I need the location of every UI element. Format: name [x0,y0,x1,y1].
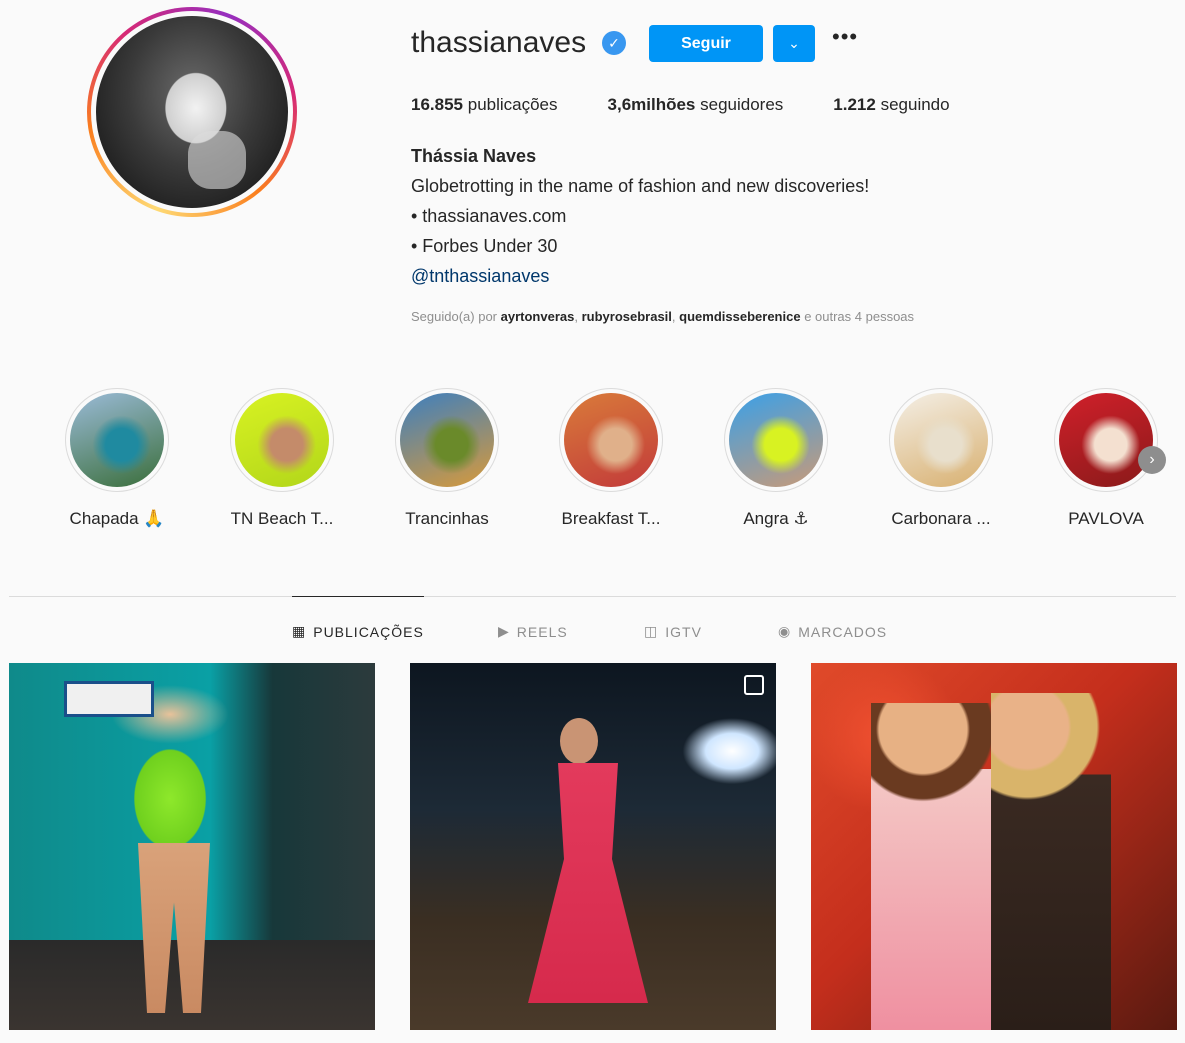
followers-label: seguidores [700,95,784,114]
story-highlight[interactable]: Breakfast T... [559,388,663,528]
highlight-cover [1054,388,1158,492]
follow-button[interactable]: Seguir [649,25,763,62]
bio-line-1: Globetrotting in the name of fashion and… [411,176,870,196]
avatar-image [96,16,288,208]
highlight-image [1059,393,1153,487]
highlight-image [400,393,494,487]
highlight-image [729,393,823,487]
followers-stat[interactable]: 3,6milhões seguidores [608,95,784,115]
highlight-label: TN Beach T... [230,509,334,528]
post-thumbnail[interactable] [410,663,776,1030]
tab-reels[interactable]: ▶ REELS [498,623,568,640]
posts-stat: 16.855 publicações [411,95,558,115]
followed-by-prefix: Seguido(a) por [411,309,497,324]
followed-by-suffix: e outras 4 pessoas [804,309,915,324]
tab-reels-label: REELS [516,623,568,640]
highlight-image [70,393,164,487]
highlight-image [235,393,329,487]
post-image-detail [871,703,1001,1030]
post-image-detail [528,763,648,1003]
story-highlight[interactable]: Carbonara ... [889,388,993,528]
post-thumbnail[interactable] [811,663,1177,1030]
story-highlight[interactable]: TN Beach T... [230,388,334,528]
followers-count: 3,6milhões [607,95,696,114]
followed-by-separator: , [671,309,676,324]
highlight-cover [230,388,334,492]
tab-posts[interactable]: ▦ PUBLICAÇÕES [292,623,424,640]
highlight-label: Chapada 🙏 [69,509,165,528]
profile-stats: 16.855 publicações 3,6milhões seguidores… [411,95,1000,115]
highlight-cover [395,388,499,492]
verified-badge-icon: ✓ [602,31,626,55]
carousel-icon [744,675,764,695]
reels-icon: ▶ [498,623,510,639]
following-count: 1.212 [833,95,876,114]
more-options-icon[interactable]: ••• [832,24,858,50]
highlight-image [564,393,658,487]
tagged-icon: ◉ [778,623,792,639]
followed-by-separator: , [574,309,578,324]
tab-igtv-label: IGTV [665,623,702,640]
tab-tagged-label: MARCADOS [798,623,888,640]
grid-icon: ▦ [292,623,307,639]
followed-by[interactable]: Seguido(a) por ayrtonveras, rubyrosebras… [411,309,914,324]
igtv-icon: ◫ [644,623,659,639]
post-thumbnail[interactable] [9,663,375,1030]
profile-full-name: Thássia Naves [411,146,537,166]
highlight-cover [889,388,993,492]
story-highlight[interactable]: PAVLOVA [1054,388,1158,528]
highlight-cover [559,388,663,492]
profile-avatar[interactable] [87,7,297,217]
highlight-label: PAVLOVA [1068,509,1144,528]
bio-line-2: • thassianaves.com [411,206,567,226]
tab-posts-label: PUBLICAÇÕES [313,623,424,640]
posts-label: publicações [467,95,558,114]
following-stat[interactable]: 1.212 seguindo [833,95,949,115]
highlight-cover [724,388,828,492]
highlight-label: Trancinhas [405,509,489,528]
highlight-cover [65,388,169,492]
bio-mention-link[interactable]: @tnthassianaves [411,266,549,287]
story-highlight[interactable]: Trancinhas [395,388,499,528]
tab-tagged[interactable]: ◉ MARCADOS [778,623,887,640]
story-highlight[interactable]: Chapada 🙏 [65,388,169,528]
active-tab-indicator [292,596,424,597]
following-label: seguindo [880,95,950,114]
posts-count: 16.855 [411,95,463,114]
tabs-divider [9,596,1176,597]
highlight-label: Carbonara ... [891,509,991,528]
highlight-image [894,393,988,487]
followed-by-user: rubyrosebrasil [581,309,672,324]
suggested-accounts-dropdown-button[interactable]: ⌄ [773,25,815,62]
profile-username: thassianaves [411,26,587,59]
highlight-label: Breakfast T... [561,509,661,528]
tab-igtv[interactable]: ◫ IGTV [644,623,702,640]
story-highlight[interactable]: Angra ⚓ [724,388,828,528]
followed-by-user: ayrtonveras [500,309,575,324]
highlights-next-icon[interactable]: › [1138,446,1166,474]
bio-line-3: • Forbes Under 30 [411,236,558,256]
post-image-detail [560,718,598,764]
followed-by-user: quemdisseberenice [679,309,801,324]
post-image-detail [991,693,1111,1030]
highlight-label: Angra ⚓ [743,509,809,528]
post-image-detail [64,681,154,717]
